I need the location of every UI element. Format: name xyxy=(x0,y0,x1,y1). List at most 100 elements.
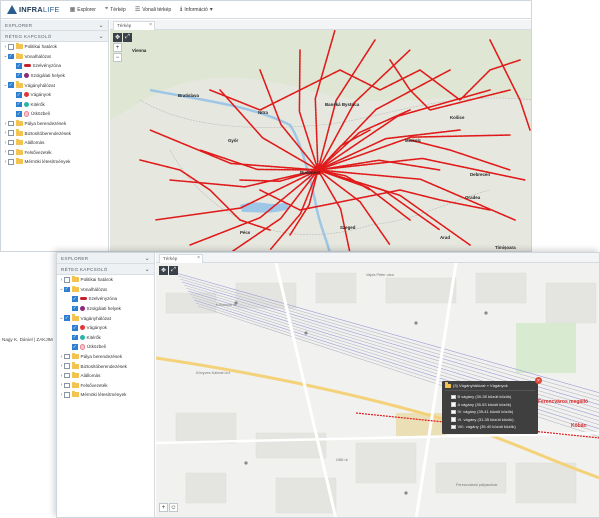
layer-row[interactable]: › Alállomás xyxy=(57,371,154,381)
layer-row[interactable]: ✓ Útközbeli xyxy=(1,109,108,119)
track-checkbox[interactable] xyxy=(451,417,456,422)
popup-track-item[interactable]: B vágány (30-35 közúti közök) xyxy=(445,393,535,401)
layer-symbol-icon xyxy=(23,92,29,98)
poi-marker[interactable] xyxy=(244,461,248,465)
layer-row[interactable]: › Felsővezeték xyxy=(57,381,154,391)
layer-row[interactable]: › Mérnöki létesítmények xyxy=(1,157,108,167)
track-checkbox[interactable] xyxy=(451,424,456,429)
close-icon[interactable]: × xyxy=(535,377,542,384)
tab-map[interactable]: Térkép × xyxy=(113,21,155,30)
layer-row[interactable]: ⌄ ✓ Vonalhálózat xyxy=(57,285,154,295)
layer-row[interactable]: ✓ Kitérők xyxy=(57,333,154,343)
popup-track-item[interactable]: A vágány (35-53 közúti közök) xyxy=(445,401,535,409)
poi-marker[interactable] xyxy=(484,311,488,315)
layer-checkbox[interactable]: ✓ xyxy=(64,315,70,321)
layer-checkbox[interactable] xyxy=(8,44,14,50)
fullscreen-icon[interactable]: ⤢ xyxy=(169,266,178,275)
user-icon[interactable]: ☺ xyxy=(169,503,178,512)
nav-info[interactable]: ℹ Információ ▾ xyxy=(180,6,215,14)
poi-marker[interactable] xyxy=(404,491,408,495)
zoom-in-button[interactable]: + xyxy=(113,43,122,52)
layer-row[interactable]: › Politikai határok xyxy=(1,42,108,52)
layer-row[interactable]: ✓ Vágányok xyxy=(57,323,154,333)
layer-row[interactable]: › Mérnöki létesítmények xyxy=(57,390,154,400)
nav-map[interactable]: ⌖ Térkép xyxy=(105,6,126,13)
layer-checkbox[interactable] xyxy=(64,363,70,369)
nav-line-map[interactable]: ☰ Vonali térkép xyxy=(134,6,171,14)
layer-row[interactable]: › Biztosítóberendezések xyxy=(1,128,108,138)
layer-checkbox[interactable]: ✓ xyxy=(72,296,78,302)
tab-map[interactable]: Térkép × xyxy=(159,254,203,263)
popup-track-item[interactable]: VIII. vágány (39-40 közúti közök) xyxy=(445,423,535,431)
zoom-out-button[interactable]: − xyxy=(113,53,122,62)
layer-row[interactable]: ✓ Szelvényzóna xyxy=(57,294,154,304)
map-area[interactable]: Térkép × ✥ ⤢ + − Vienna Bratislava Nitra Ban… xyxy=(110,20,531,251)
nav-explorer[interactable]: ▦ Explorer xyxy=(70,6,96,14)
close-icon[interactable]: × xyxy=(149,22,152,28)
app-logo[interactable]: INFRALIFE xyxy=(7,5,60,14)
layer-checkbox[interactable]: ✓ xyxy=(16,92,22,98)
layer-row[interactable]: ⌄ ✓ Vágányhálózat xyxy=(1,80,108,90)
close-icon[interactable]: × xyxy=(197,255,200,261)
layer-row[interactable]: ✓ Kitérők xyxy=(1,100,108,110)
layer-checkbox[interactable]: ✓ xyxy=(16,111,22,117)
track-checkbox[interactable] xyxy=(451,409,456,414)
track-checkbox[interactable] xyxy=(451,394,456,399)
layer-checkbox[interactable]: ✓ xyxy=(8,54,14,60)
plus-icon[interactable]: + xyxy=(159,503,168,512)
layer-checkbox[interactable] xyxy=(64,353,70,360)
layer-checkbox[interactable] xyxy=(8,120,14,127)
layer-checkbox[interactable]: ✓ xyxy=(64,287,70,293)
layer-checkbox[interactable]: ✓ xyxy=(72,325,78,331)
popup-track-item[interactable]: IV. vágány (39-41 közúti közök) xyxy=(445,408,535,416)
layer-row[interactable]: › Biztosítóberendezések xyxy=(57,361,154,371)
track-checkbox[interactable] xyxy=(451,402,456,407)
layer-row[interactable]: › Pálya berendezések xyxy=(1,119,108,129)
poi-marker[interactable] xyxy=(304,331,308,335)
layer-label: Biztosítóberendezések xyxy=(24,130,71,136)
layer-checkbox[interactable]: ✓ xyxy=(16,63,22,69)
layer-checkbox[interactable] xyxy=(64,382,70,389)
folder-icon xyxy=(15,158,23,165)
map-canvas[interactable] xyxy=(110,30,531,251)
move-icon[interactable]: ✥ xyxy=(113,33,122,42)
layer-row[interactable]: › Alállomás xyxy=(1,138,108,148)
popup-track-item[interactable]: VI. vágány (31-35 közúti közök) xyxy=(445,416,535,424)
layer-checkbox[interactable]: ✓ xyxy=(16,73,22,79)
fullscreen-icon[interactable]: ⤢ xyxy=(123,33,132,42)
layer-row[interactable]: › Pálya berendezések xyxy=(57,352,154,362)
move-icon[interactable]: ✥ xyxy=(159,266,168,275)
layer-row[interactable]: › Politikai határok xyxy=(57,275,154,285)
layer-checkbox[interactable] xyxy=(8,149,14,156)
layer-checkbox[interactable]: ✓ xyxy=(16,102,22,108)
layer-checkbox[interactable]: ✓ xyxy=(8,82,14,88)
layers-header[interactable]: RÉTEG KAPCSOLÓ ⌄ xyxy=(1,31,108,42)
route-icon: ☰ xyxy=(134,7,141,13)
layer-row[interactable]: ✓ Szolgálati helyek xyxy=(1,71,108,81)
layer-checkbox[interactable]: ✓ xyxy=(72,344,78,350)
layer-checkbox[interactable] xyxy=(8,130,14,136)
layer-row[interactable]: ⌄ ✓ Vonalhálózat xyxy=(1,52,108,62)
layer-row[interactable]: ✓ Vágányok xyxy=(1,90,108,100)
folder-icon xyxy=(15,52,23,59)
layer-row[interactable]: ✓ Útközbeli xyxy=(57,342,154,352)
layer-checkbox[interactable] xyxy=(64,277,70,283)
station-label[interactable]: Ferencváros megálló xyxy=(538,399,588,405)
layer-label: Vágányhálózat xyxy=(80,315,111,321)
layer-checkbox[interactable]: ✓ xyxy=(72,306,78,312)
explorer-header[interactable]: EXPLORER ⌄ xyxy=(57,253,154,264)
street-map-area[interactable]: Térkép × ✥ ⤢ Kőbányai út Vajda Péter utca… xyxy=(156,253,599,517)
layer-row[interactable]: ✓ Szolgálati helyek xyxy=(57,304,154,314)
explorer-header[interactable]: EXPLORER ⌄ xyxy=(1,20,108,31)
edge-label[interactable]: Kőbán xyxy=(571,423,587,429)
layer-checkbox[interactable] xyxy=(64,372,70,379)
layer-row[interactable]: › Felsővezeték xyxy=(1,148,108,158)
layer-row[interactable]: ✓ Szelvényzóna xyxy=(1,61,108,71)
layers-header[interactable]: RÉTEG KAPCSOLÓ ⌄ xyxy=(57,264,154,275)
layer-checkbox[interactable]: ✓ xyxy=(72,335,78,341)
poi-marker[interactable] xyxy=(414,321,418,325)
layer-checkbox[interactable] xyxy=(64,392,70,398)
layer-row[interactable]: ⌄ ✓ Vágányhálózat xyxy=(57,313,154,323)
layer-checkbox[interactable] xyxy=(8,159,14,165)
layer-checkbox[interactable] xyxy=(8,139,14,146)
